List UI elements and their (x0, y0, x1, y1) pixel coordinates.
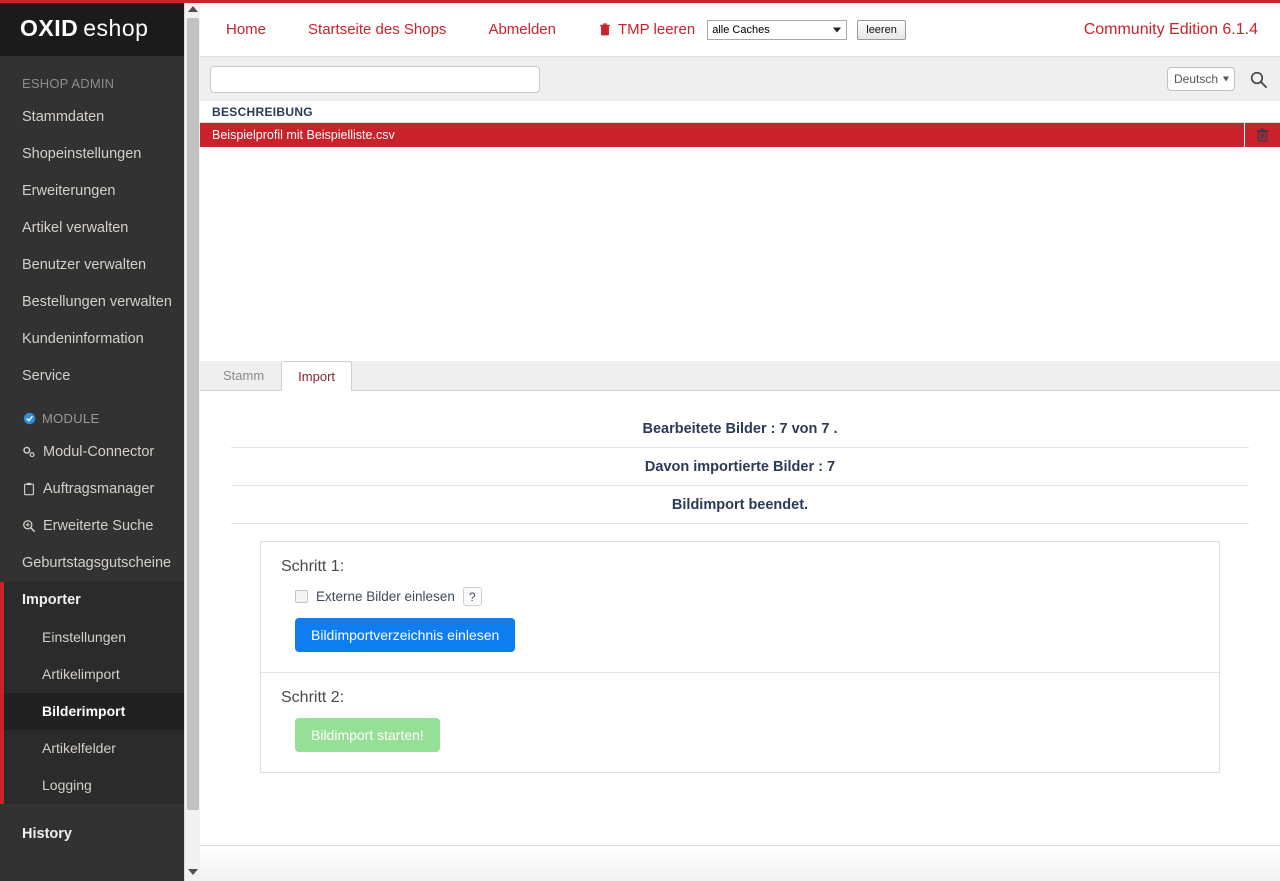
magnifier-icon[interactable] (1249, 70, 1268, 89)
start-image-import-button[interactable]: Bildimport starten! (295, 718, 440, 752)
table-row[interactable]: Beispielprofil mit Beispielliste.csv (200, 123, 1280, 147)
status-processed-images: Bearbeitete Bilder : 7 von 7 . (231, 421, 1249, 448)
tmp-clear-text: TMP leeren (618, 21, 695, 38)
step-1-title: Schritt 1: (281, 558, 1199, 576)
sidebar-item-label: Auftragsmanager (43, 481, 154, 497)
list-column-header: BESCHREIBUNG (200, 101, 1280, 123)
sidebar-item-benutzer-verwalten[interactable]: Benutzer verwalten (0, 247, 184, 284)
page-scrollbar[interactable] (184, 0, 200, 881)
sidebar-item-erweiterte-suche[interactable]: Erweiterte Suche (0, 508, 184, 545)
top-navigation: Home Startseite des Shops Abmelden TMP l… (200, 3, 1280, 56)
step-2-title: Schritt 2: (281, 689, 1199, 707)
main-panel: Home Startseite des Shops Abmelden TMP l… (200, 3, 1280, 881)
nav-link-home[interactable]: Home (226, 21, 266, 38)
search-plus-icon (22, 519, 36, 533)
chevron-down-icon (833, 27, 841, 32)
steps-panel: Schritt 1: Externe Bilder einlesen ? Bil… (260, 541, 1220, 773)
chevron-down-icon (1223, 77, 1229, 82)
sidebar-item-importer[interactable]: Importer (4, 582, 184, 619)
scroll-down-arrow[interactable] (185, 863, 201, 881)
external-images-row: Externe Bilder einlesen ? (295, 587, 1199, 606)
sidebar-item-bestellungen-verwalten[interactable]: Bestellungen verwalten (0, 284, 184, 321)
sidebar-item-modul-connector[interactable]: Modul-Connector (0, 434, 184, 471)
top-accent-rule (0, 0, 1280, 3)
sidebar-history-section: History (0, 804, 184, 853)
sidebar-item-label: Modul-Connector (43, 444, 154, 460)
sidebar-item-erweiterungen[interactable]: Erweiterungen (0, 173, 184, 210)
sidebar-group-importer: Importer Einstellungen Artikelimport Bil… (0, 582, 184, 804)
external-images-checkbox[interactable] (295, 590, 308, 603)
sidebar-item-stammdaten[interactable]: Stammdaten (0, 99, 184, 136)
search-bar-controls: Deutsch (1167, 67, 1268, 91)
sidebar-item-service[interactable]: Service (0, 358, 184, 395)
sidebar-item-auftragsmanager[interactable]: Auftragsmanager (0, 471, 184, 508)
list-empty-area (200, 147, 1280, 361)
nav-link-shop-frontpage[interactable]: Startseite des Shops (308, 21, 446, 38)
clipboard-icon (22, 482, 36, 496)
sidebar-module-header-label: MODULE (42, 411, 99, 426)
search-input[interactable] (210, 66, 540, 93)
tab-import[interactable]: Import (281, 361, 352, 391)
scrollbar-thumb[interactable] (187, 18, 199, 810)
sidebar-item-history[interactable]: History (0, 816, 184, 853)
tmp-clear-label[interactable]: TMP leeren (598, 21, 695, 38)
language-select[interactable]: Deutsch (1167, 67, 1235, 91)
tab-bar: Stamm Import (200, 361, 1280, 391)
brand-logo[interactable]: OXIDeshop (0, 0, 184, 56)
cache-select-value: alle Caches (712, 24, 769, 36)
sidebar-subitem-artikelfelder[interactable]: Artikelfelder (4, 730, 184, 767)
read-image-directory-button[interactable]: Bildimportverzeichnis einlesen (295, 618, 515, 652)
gears-icon (22, 445, 36, 459)
delete-profile-button[interactable] (1244, 123, 1280, 147)
clear-cache-button[interactable]: leeren (857, 20, 906, 40)
sidebar-item-geburtstagsgutscheine[interactable]: Geburtstagsgutscheine (0, 545, 184, 582)
status-imported-images: Davon importierte Bilder : 7 (231, 459, 1249, 486)
nav-link-logout[interactable]: Abmelden (488, 21, 556, 38)
module-badge-icon (22, 412, 36, 426)
sidebar-subitem-logging[interactable]: Logging (4, 767, 184, 804)
trash-icon (598, 23, 612, 37)
language-select-value: Deutsch (1174, 72, 1218, 86)
sidebar-module-header: MODULE (0, 395, 184, 434)
sidebar-caption: ESHOP ADMIN (0, 56, 184, 99)
brand-logo-bold: OXID (20, 15, 78, 41)
sidebar-subitem-einstellungen[interactable]: Einstellungen (4, 619, 184, 656)
page-footer (200, 845, 1280, 881)
trash-icon (1256, 128, 1270, 142)
tab-stamm[interactable]: Stamm (206, 360, 281, 390)
brand-logo-light: eshop (83, 15, 148, 41)
search-bar: Deutsch (200, 56, 1280, 101)
import-content: Bearbeitete Bilder : 7 von 7 . Davon imp… (200, 391, 1280, 881)
cache-select[interactable]: alle Caches (707, 20, 847, 40)
sidebar-item-label: Erweiterte Suche (43, 518, 153, 534)
sidebar-item-shopeinstellungen[interactable]: Shopeinstellungen (0, 136, 184, 173)
sidebar-item-artikel-verwalten[interactable]: Artikel verwalten (0, 210, 184, 247)
status-import-finished: Bildimport beendet. (231, 497, 1249, 524)
sidebar-item-kundeninformation[interactable]: Kundeninformation (0, 321, 184, 358)
edition-label: Community Edition 6.1.4 (1084, 21, 1258, 39)
sidebar-subitem-artikelimport[interactable]: Artikelimport (4, 656, 184, 693)
step-2: Schritt 2: Bildimport starten! (261, 672, 1219, 772)
external-images-label: Externe Bilder einlesen (316, 589, 455, 604)
profile-name-cell[interactable]: Beispielprofil mit Beispielliste.csv (200, 128, 1244, 142)
step-1: Schritt 1: Externe Bilder einlesen ? Bil… (261, 542, 1219, 672)
admin-page: OXIDeshop ESHOP ADMIN Stammdaten Shopein… (0, 0, 1280, 881)
help-icon[interactable]: ? (463, 587, 482, 606)
column-header-beschreibung: BESCHREIBUNG (212, 105, 313, 119)
sidebar-subitem-bilderimport[interactable]: Bilderimport (4, 693, 184, 730)
sidebar: OXIDeshop ESHOP ADMIN Stammdaten Shopein… (0, 0, 184, 881)
